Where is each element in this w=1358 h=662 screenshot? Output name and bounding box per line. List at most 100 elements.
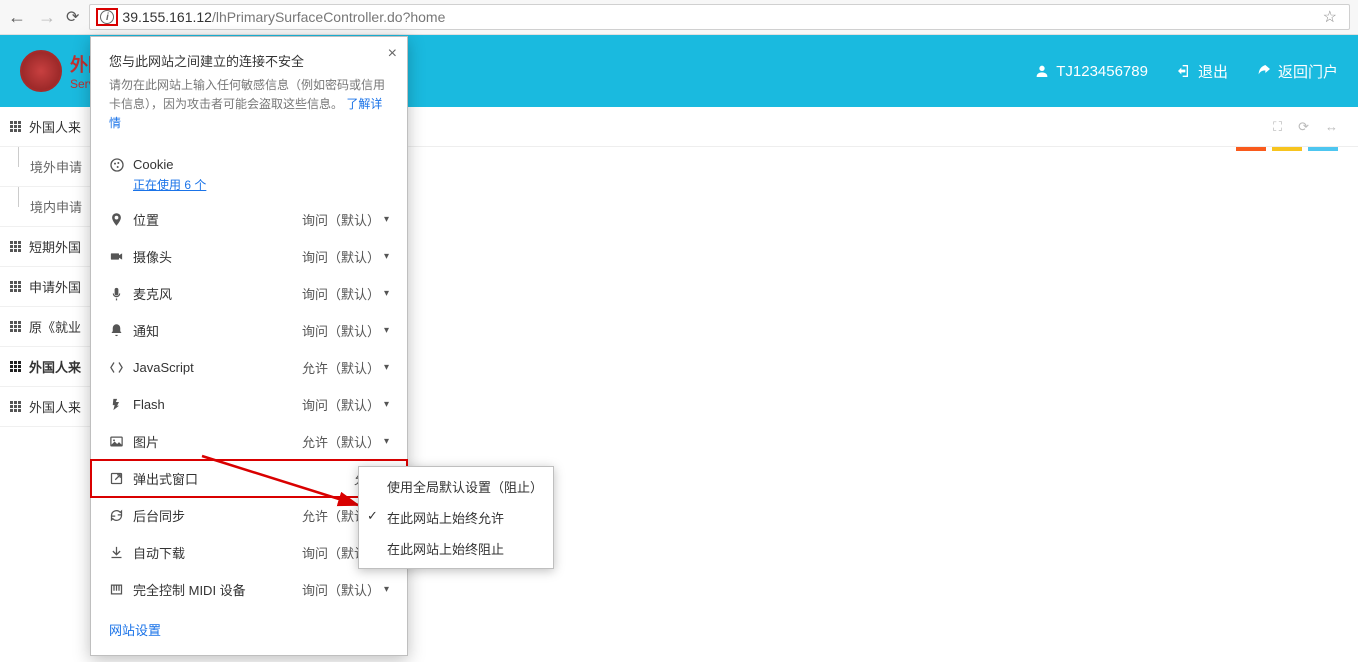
close-icon[interactable]: ×	[388, 45, 397, 63]
sidebar-item[interactable]: 原《就业	[0, 307, 96, 347]
image-icon	[109, 434, 133, 449]
share-icon	[1256, 63, 1272, 79]
perm-label: 麦克风	[133, 284, 302, 303]
grid-icon	[10, 121, 21, 132]
sidebar-item[interactable]: 短期外国	[0, 227, 96, 267]
site-settings-row: 网站设置	[91, 608, 407, 639]
fullscreen-icon[interactable]: ⛶	[1273, 119, 1282, 135]
sidebar-item-label: 境外申请	[30, 157, 82, 176]
perm-row-image[interactable]: 图片允许（默认）	[91, 423, 407, 460]
perm-value-dropdown[interactable]: 询问（默认）	[302, 395, 389, 414]
security-desc-text: 请勿在此网站上输入任何敏感信息（例如密码或信用卡信息），因为攻击者可能会盗取这些…	[109, 78, 385, 111]
address-bar[interactable]: i 39.155.161.12 /lhPrimarySurfaceControl…	[89, 4, 1350, 30]
refresh-icon[interactable]: ⟳	[1298, 119, 1309, 135]
perm-value-dropdown[interactable]: 询问（默认）	[302, 247, 389, 266]
site-settings-link[interactable]: 网站设置	[109, 623, 161, 638]
url-path: /lhPrimarySurfaceController.do?home	[212, 9, 445, 25]
popup-permission-menu: 使用全局默认设置（阻止）在此网站上始终允许在此网站上始终阻止	[358, 466, 554, 569]
sidebar-item[interactable]: 外国人来	[0, 107, 96, 147]
midi-icon	[109, 582, 133, 597]
reload-button[interactable]: ⟳	[66, 7, 79, 27]
cookie-label: Cookie	[133, 157, 389, 172]
sidebar-item-label: 境内申请	[30, 197, 82, 216]
sidebar-item[interactable]: 外国人来	[0, 347, 96, 387]
perm-value-dropdown[interactable]: 询问（默认）	[302, 321, 389, 340]
perm-row-location[interactable]: 位置询问（默认）	[91, 201, 407, 238]
menu-option[interactable]: 在此网站上始终阻止	[359, 533, 553, 564]
sidebar-item-label: 外国人来	[29, 357, 81, 376]
perm-label: 自动下载	[133, 543, 302, 562]
cookie-usage-link[interactable]: 正在使用 6 个	[91, 176, 407, 193]
security-title: 您与此网站之间建立的连接不安全	[91, 51, 407, 76]
grid-icon	[10, 281, 21, 292]
bell-icon	[109, 323, 133, 338]
sidebar-item-label: 原《就业	[29, 317, 81, 336]
site-info-highlight: i	[96, 8, 118, 26]
user-chip[interactable]: TJ123456789	[1034, 63, 1148, 80]
perm-row-flash[interactable]: Flash询问（默认）	[91, 386, 407, 423]
location-icon	[109, 212, 133, 227]
sidebar-item[interactable]: 申请外国	[0, 267, 96, 307]
back-portal-button[interactable]: 返回门户	[1256, 61, 1338, 82]
sidebar-item-label: 外国人来	[29, 117, 81, 136]
perm-label: 完全控制 MIDI 设备	[133, 580, 302, 599]
expand-icon[interactable]: ↔	[1325, 119, 1338, 134]
cookie-icon	[109, 157, 133, 173]
strip-3	[1308, 147, 1338, 151]
perm-label: 摄像头	[133, 247, 302, 266]
logout-label: 退出	[1198, 61, 1228, 82]
sidebar-item[interactable]: 外国人来	[0, 387, 96, 427]
user-id: TJ123456789	[1056, 63, 1148, 80]
grid-icon	[10, 361, 21, 372]
menu-option[interactable]: 在此网站上始终允许	[359, 502, 553, 533]
forward-button[interactable]: →	[38, 7, 56, 28]
bookmark-icon[interactable]: ☆	[1323, 7, 1337, 27]
camera-icon	[109, 249, 133, 264]
perm-value-dropdown[interactable]: 询问（默认）	[302, 210, 389, 229]
perm-value-dropdown[interactable]: 允许（默认）	[302, 432, 389, 451]
perm-label: 图片	[133, 432, 302, 451]
perm-row-js[interactable]: JavaScript允许（默认）	[91, 349, 407, 386]
sidebar-item-label: 申请外国	[29, 277, 81, 296]
sidebar: 外国人来境外申请境内申请短期外国申请外国原《就业外国人来外国人来	[0, 107, 96, 427]
grid-icon	[10, 321, 21, 332]
site-info-icon[interactable]: i	[100, 10, 114, 24]
security-desc: 请勿在此网站上输入任何敏感信息（例如密码或信用卡信息），因为攻击者可能会盗取这些…	[91, 76, 407, 148]
sidebar-subitem[interactable]: 境外申请	[0, 147, 96, 187]
perm-value-dropdown[interactable]: 询问（默认）	[302, 580, 389, 599]
user-icon	[1034, 63, 1050, 79]
back-button[interactable]: ←	[8, 7, 26, 28]
grid-icon	[10, 241, 21, 252]
perm-row-mic[interactable]: 麦克风询问（默认）	[91, 275, 407, 312]
flash-icon	[109, 397, 133, 412]
header-right: TJ123456789 退出 返回门户	[1034, 61, 1338, 82]
grid-icon	[10, 401, 21, 412]
sidebar-subitem[interactable]: 境内申请	[0, 187, 96, 227]
js-icon	[109, 360, 133, 375]
perm-row-bell[interactable]: 通知询问（默认）	[91, 312, 407, 349]
perm-row-midi[interactable]: 完全控制 MIDI 设备询问（默认）	[91, 571, 407, 608]
logout-button[interactable]: 退出	[1176, 61, 1228, 82]
logo-icon	[20, 50, 62, 92]
perm-row-camera[interactable]: 摄像头询问（默认）	[91, 238, 407, 275]
perm-value-dropdown[interactable]: 允许（默认）	[302, 358, 389, 377]
url-host: 39.155.161.12	[122, 9, 212, 25]
logout-icon	[1176, 63, 1192, 79]
sync-icon	[109, 508, 133, 523]
strip-1	[1236, 147, 1266, 151]
back-portal-label: 返回门户	[1278, 61, 1338, 82]
color-strip	[1236, 147, 1338, 151]
menu-option[interactable]: 使用全局默认设置（阻止）	[359, 471, 553, 502]
nav-arrows: ← →	[8, 7, 56, 28]
perm-label: 弹出式窗口	[133, 469, 354, 488]
mic-icon	[109, 286, 133, 301]
sidebar-item-label: 短期外国	[29, 237, 81, 256]
perm-label: 位置	[133, 210, 302, 229]
perm-label: Flash	[133, 397, 302, 412]
strip-2	[1272, 147, 1302, 151]
download-icon	[109, 545, 133, 560]
browser-toolbar: ← → ⟳ i 39.155.161.12 /lhPrimarySurfaceC…	[0, 0, 1358, 35]
perm-label: JavaScript	[133, 360, 302, 375]
perm-value-dropdown[interactable]: 询问（默认）	[302, 284, 389, 303]
perm-label: 后台同步	[133, 506, 302, 525]
